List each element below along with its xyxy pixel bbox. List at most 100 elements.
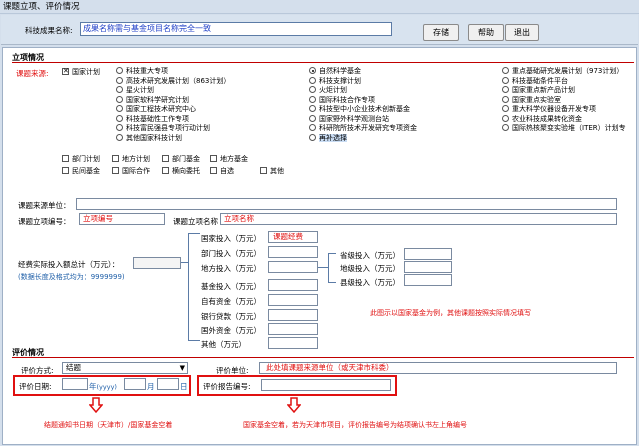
evaluation-method-select[interactable]: 结题 ▼ bbox=[62, 362, 188, 374]
year-suffix: 年(yyyy) bbox=[89, 382, 117, 391]
col2-radio-6[interactable]: 科研院所技术开发研究专项资金 bbox=[309, 124, 417, 134]
radio-icon bbox=[309, 95, 316, 103]
other_row2-checkbox-1[interactable]: 国际合作 bbox=[112, 167, 150, 175]
col1-radio-2[interactable]: 星火计划 bbox=[116, 86, 230, 96]
annotation-note: 此图示以国家基金为例，其他课题按照实际情况填写 bbox=[370, 309, 531, 317]
radio-icon bbox=[116, 105, 123, 112]
total-investment-input[interactable] bbox=[133, 257, 181, 269]
checkbox-label: 其他 bbox=[270, 167, 284, 175]
fund-investment-input[interactable] bbox=[268, 279, 318, 291]
radio-label: 国际热核聚变实验堆（ITER）计划专 bbox=[512, 124, 626, 132]
foreign-funds-input[interactable] bbox=[268, 323, 318, 335]
checked-box-icon bbox=[62, 66, 69, 76]
radio-icon bbox=[116, 114, 123, 122]
radio-label: 高技术研究发展计划（863计划） bbox=[126, 76, 231, 85]
checkbox-label: 部门基金 bbox=[172, 155, 200, 163]
county-investment-input[interactable] bbox=[404, 274, 452, 286]
checkbox-label: 地方计划 bbox=[122, 155, 150, 163]
checkbox-icon bbox=[112, 155, 119, 162]
other-funds-label: 其他（万元） bbox=[201, 340, 246, 349]
radio-label: 其他国家科技计划 bbox=[126, 133, 182, 142]
project-number-input[interactable]: 立项编号 bbox=[79, 213, 165, 225]
radio-label: 科技型中小企业技术创新基金 bbox=[319, 105, 410, 113]
radio-icon bbox=[309, 67, 316, 74]
self-funds-label: 自有资金（万元） bbox=[201, 297, 261, 306]
other_row1-checkbox-0[interactable]: 部门计划 bbox=[62, 155, 100, 163]
col1-radio-3[interactable]: 国家软科学研究计划 bbox=[116, 95, 230, 106]
evaluation-day-input[interactable] bbox=[157, 378, 179, 390]
evaluation-unit-input[interactable]: 此处填课题来源单位（或天津市科委） bbox=[259, 362, 617, 374]
city-investment-input[interactable] bbox=[404, 261, 452, 273]
col2-radio-0[interactable]: 自然科学基金 bbox=[309, 67, 417, 77]
col1-radio-4[interactable]: 国家工程技术研究中心 bbox=[116, 105, 230, 115]
col1-radio-0[interactable]: 科技重大专项 bbox=[116, 67, 230, 77]
radio-label: 自然科学基金 bbox=[319, 67, 361, 75]
radio-icon bbox=[116, 86, 123, 93]
radio-label: 国家工程技术研究中心 bbox=[126, 105, 196, 113]
achievement-name-input[interactable]: 成果名称需与基金项目名称完全一致 bbox=[80, 22, 392, 36]
national-plan-label: 国家计划 bbox=[72, 68, 100, 76]
col3-radio-6[interactable]: 国际热核聚变实验堆（ITER）计划专 bbox=[502, 124, 626, 134]
col1-radio-7[interactable]: 其他国家科技计划 bbox=[116, 133, 230, 144]
plan-column-2: 自然科学基金 科技支撑计划 火炬计划 国际科技合作专项 科技型中小企业技术创新基金 国家野… bbox=[309, 67, 417, 143]
other_row1-checkbox-1[interactable]: 地方计划 bbox=[112, 155, 150, 163]
project-name-input[interactable]: 立项名称 bbox=[220, 213, 617, 225]
checkbox-icon bbox=[62, 167, 69, 174]
bank-loan-input[interactable] bbox=[268, 309, 318, 321]
local-investment-input[interactable] bbox=[268, 261, 318, 273]
other_row2-checkbox-3[interactable]: 自选 bbox=[210, 167, 234, 175]
radio-icon bbox=[116, 133, 123, 141]
evaluation-section-divider bbox=[12, 357, 634, 358]
evaluation-year-input[interactable] bbox=[62, 378, 88, 390]
project-name-label: 课题立项名称 bbox=[173, 217, 218, 226]
source-unit-label: 课题来源单位： bbox=[18, 201, 71, 210]
col3-radio-5[interactable]: 农业科技成果转化资金 bbox=[502, 114, 626, 125]
col3-radio-3[interactable]: 国家重点实验室 bbox=[502, 95, 626, 106]
other_row1-checkbox-3[interactable]: 地方基金 bbox=[210, 155, 248, 163]
national-investment-input[interactable]: 课题经费 bbox=[268, 231, 318, 243]
evaluation-month-input[interactable] bbox=[124, 378, 146, 390]
checkbox-label: 横向委托 bbox=[172, 167, 200, 175]
other_row2-checkbox-0[interactable]: 民间基金 bbox=[62, 167, 100, 175]
col3-radio-2[interactable]: 国家重点新产品计划 bbox=[502, 86, 626, 96]
other-funds-input[interactable] bbox=[268, 337, 318, 349]
col2-radio-2[interactable]: 火炬计划 bbox=[309, 86, 417, 96]
col2-radio-4[interactable]: 科技型中小企业技术创新基金 bbox=[309, 105, 417, 115]
checkbox-label: 国际合作 bbox=[122, 167, 150, 175]
national-plan-checkbox[interactable]: 国家计划 bbox=[62, 66, 100, 76]
save-button[interactable]: 存储 bbox=[423, 24, 459, 41]
col2-radio-1[interactable]: 科技支撑计划 bbox=[309, 76, 417, 87]
radio-icon bbox=[116, 95, 123, 103]
data-length-hint: (数据长度及格式均为：9999999) bbox=[18, 273, 125, 281]
exit-button[interactable]: 退出 bbox=[505, 24, 539, 41]
col3-radio-1[interactable]: 科技基础条件平台 bbox=[502, 76, 626, 87]
col1-radio-1[interactable]: 高技术研究发展计划（863计划） bbox=[116, 76, 231, 87]
col3-radio-4[interactable]: 重大科学仪器设备开发专项 bbox=[502, 105, 626, 115]
radio-icon bbox=[309, 133, 316, 141]
col2-radio-3[interactable]: 国际科技合作专项 bbox=[309, 95, 417, 106]
col1-radio-5[interactable]: 科技基础性工作专项 bbox=[116, 114, 230, 125]
radio-label: 重点基础研究发展计划（973计划） bbox=[512, 67, 624, 75]
report-number-note: 国家基金空着，若为天津市项目，评价报告编号为结项确认书左上角编号 bbox=[243, 421, 467, 429]
other_row1-checkbox-2[interactable]: 部门基金 bbox=[162, 155, 200, 163]
radio-icon bbox=[116, 76, 123, 84]
source-label: 课题来源: bbox=[16, 69, 49, 78]
report-number-input[interactable] bbox=[261, 379, 391, 391]
provincial-investment-label: 省级投入（万元） bbox=[340, 251, 400, 260]
self-funds-input[interactable] bbox=[268, 294, 318, 306]
col1-radio-6[interactable]: 科技富民强县专项行动计划 bbox=[116, 124, 230, 134]
project-section-divider bbox=[12, 62, 634, 63]
other_row2-checkbox-2[interactable]: 横向委托 bbox=[162, 167, 200, 175]
col2-radio-5[interactable]: 国家野外科学观测台站 bbox=[309, 114, 417, 125]
col2-radio-7[interactable]: 再补选择 bbox=[309, 133, 417, 144]
project-number-label: 课题立项编号： bbox=[18, 217, 71, 226]
col3-radio-0[interactable]: 重点基础研究发展计划（973计划） bbox=[502, 67, 626, 77]
other_row2-checkbox-4[interactable]: 其他 bbox=[260, 167, 284, 175]
help-button[interactable]: 帮助 bbox=[468, 24, 504, 41]
radio-icon bbox=[116, 124, 123, 131]
radio-label: 农业科技成果转化资金 bbox=[512, 114, 582, 123]
department-investment-input[interactable] bbox=[268, 246, 318, 258]
provincial-investment-input[interactable] bbox=[404, 248, 452, 260]
checkbox-icon bbox=[210, 155, 217, 162]
source-unit-input[interactable] bbox=[76, 198, 617, 210]
